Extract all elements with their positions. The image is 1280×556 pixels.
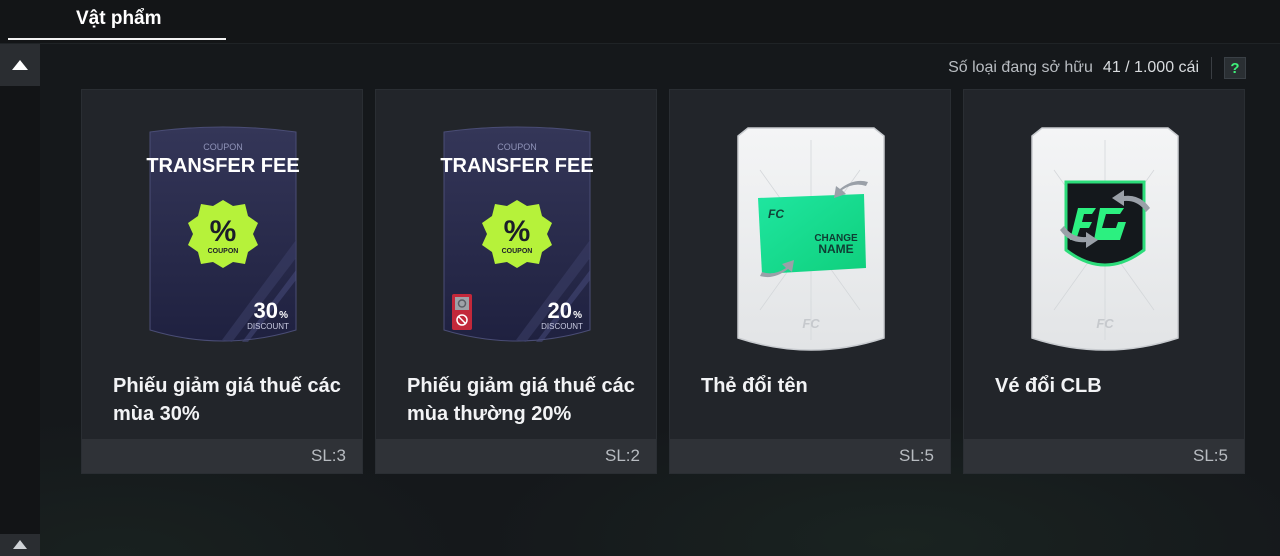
- svg-text:%: %: [279, 310, 288, 321]
- svg-text:DISCOUNT: DISCOUNT: [247, 322, 289, 331]
- coupon-art: COUPON TRANSFER FEE % COUPON 20 % DISCOU…: [440, 126, 594, 342]
- scroll-up-button[interactable]: [0, 44, 40, 86]
- item-quantity-bar: SL:3: [82, 439, 362, 473]
- help-button[interactable]: ?: [1224, 57, 1246, 79]
- svg-text:DISCOUNT: DISCOUNT: [541, 322, 583, 331]
- item-name: Thẻ đổi tên: [701, 375, 808, 397]
- coupon-art: COUPON TRANSFER FEE % COUPON 30 % DISCOU…: [146, 126, 300, 342]
- svg-text:TRANSFER FEE: TRANSFER FEE: [146, 155, 299, 177]
- change-name-ticket-icon: FC CHANGE NAME: [758, 194, 866, 274]
- svg-text:FC: FC: [768, 207, 784, 221]
- item-quantity-bar: SL:5: [964, 439, 1244, 473]
- item-quantity: SL:5: [1193, 446, 1228, 465]
- svg-text:COUPON: COUPON: [497, 142, 537, 152]
- item-card[interactable]: COUPON TRANSFER FEE % COUPON 30 % DISCOU…: [81, 89, 363, 474]
- arrow-up-icon: [13, 540, 27, 549]
- club-change-card-art: FC: [1031, 127, 1179, 351]
- item-grid: COUPON TRANSFER FEE % COUPON 30 % DISCOU…: [81, 89, 1245, 474]
- svg-text:TRANSFER FEE: TRANSFER FEE: [440, 155, 593, 177]
- svg-text:COUPON: COUPON: [502, 248, 533, 255]
- item-card[interactable]: COUPON TRANSFER FEE % COUPON 20 % DISCOU…: [375, 89, 657, 474]
- svg-text:COUPON: COUPON: [203, 142, 243, 152]
- divider: [1211, 57, 1212, 79]
- owned-count: 41 / 1.000 cái: [1102, 59, 1199, 76]
- owned-label: Số loại đang sở hữu: [948, 59, 1093, 76]
- svg-text:%: %: [210, 215, 237, 248]
- restricted-icon: [452, 294, 472, 330]
- scroll-down-button[interactable]: [0, 534, 40, 556]
- item-quantity: SL:3: [311, 446, 346, 465]
- svg-text:%: %: [504, 215, 531, 248]
- left-rail: [0, 44, 40, 556]
- item-quantity: SL:5: [899, 446, 934, 465]
- item-name: Phiếu giảm giá thuế các mùa thường 20%: [407, 375, 635, 425]
- tab-items[interactable]: Vật phẩm: [8, 0, 226, 40]
- svg-text:20: 20: [548, 298, 572, 323]
- svg-text:30: 30: [254, 298, 278, 323]
- svg-text:NAME: NAME: [818, 242, 853, 256]
- svg-text:FC: FC: [1096, 316, 1114, 331]
- svg-text:%: %: [573, 310, 582, 321]
- item-quantity-bar: SL:5: [670, 439, 950, 473]
- item-card[interactable]: FC Vé đổi CLB SL:5: [963, 89, 1245, 474]
- rename-card-art: FC CHANGE NAME FC: [737, 127, 885, 351]
- tab-bar: Vật phẩm: [0, 0, 1280, 44]
- arrow-up-icon: [12, 60, 28, 70]
- club-shield-icon: [1064, 180, 1146, 267]
- svg-text:FC: FC: [802, 316, 820, 331]
- item-name: Phiếu giảm giá thuế các mùa 30%: [113, 375, 341, 425]
- svg-text:COUPON: COUPON: [208, 248, 239, 255]
- item-quantity-bar: SL:2: [376, 439, 656, 473]
- item-quantity: SL:2: [605, 446, 640, 465]
- inventory-status: Số loại đang sở hữu 41 / 1.000 cái ?: [948, 56, 1246, 80]
- item-name: Vé đổi CLB: [995, 375, 1102, 397]
- item-card[interactable]: FC CHANGE NAME FC Thẻ đổi tên SL:5: [669, 89, 951, 474]
